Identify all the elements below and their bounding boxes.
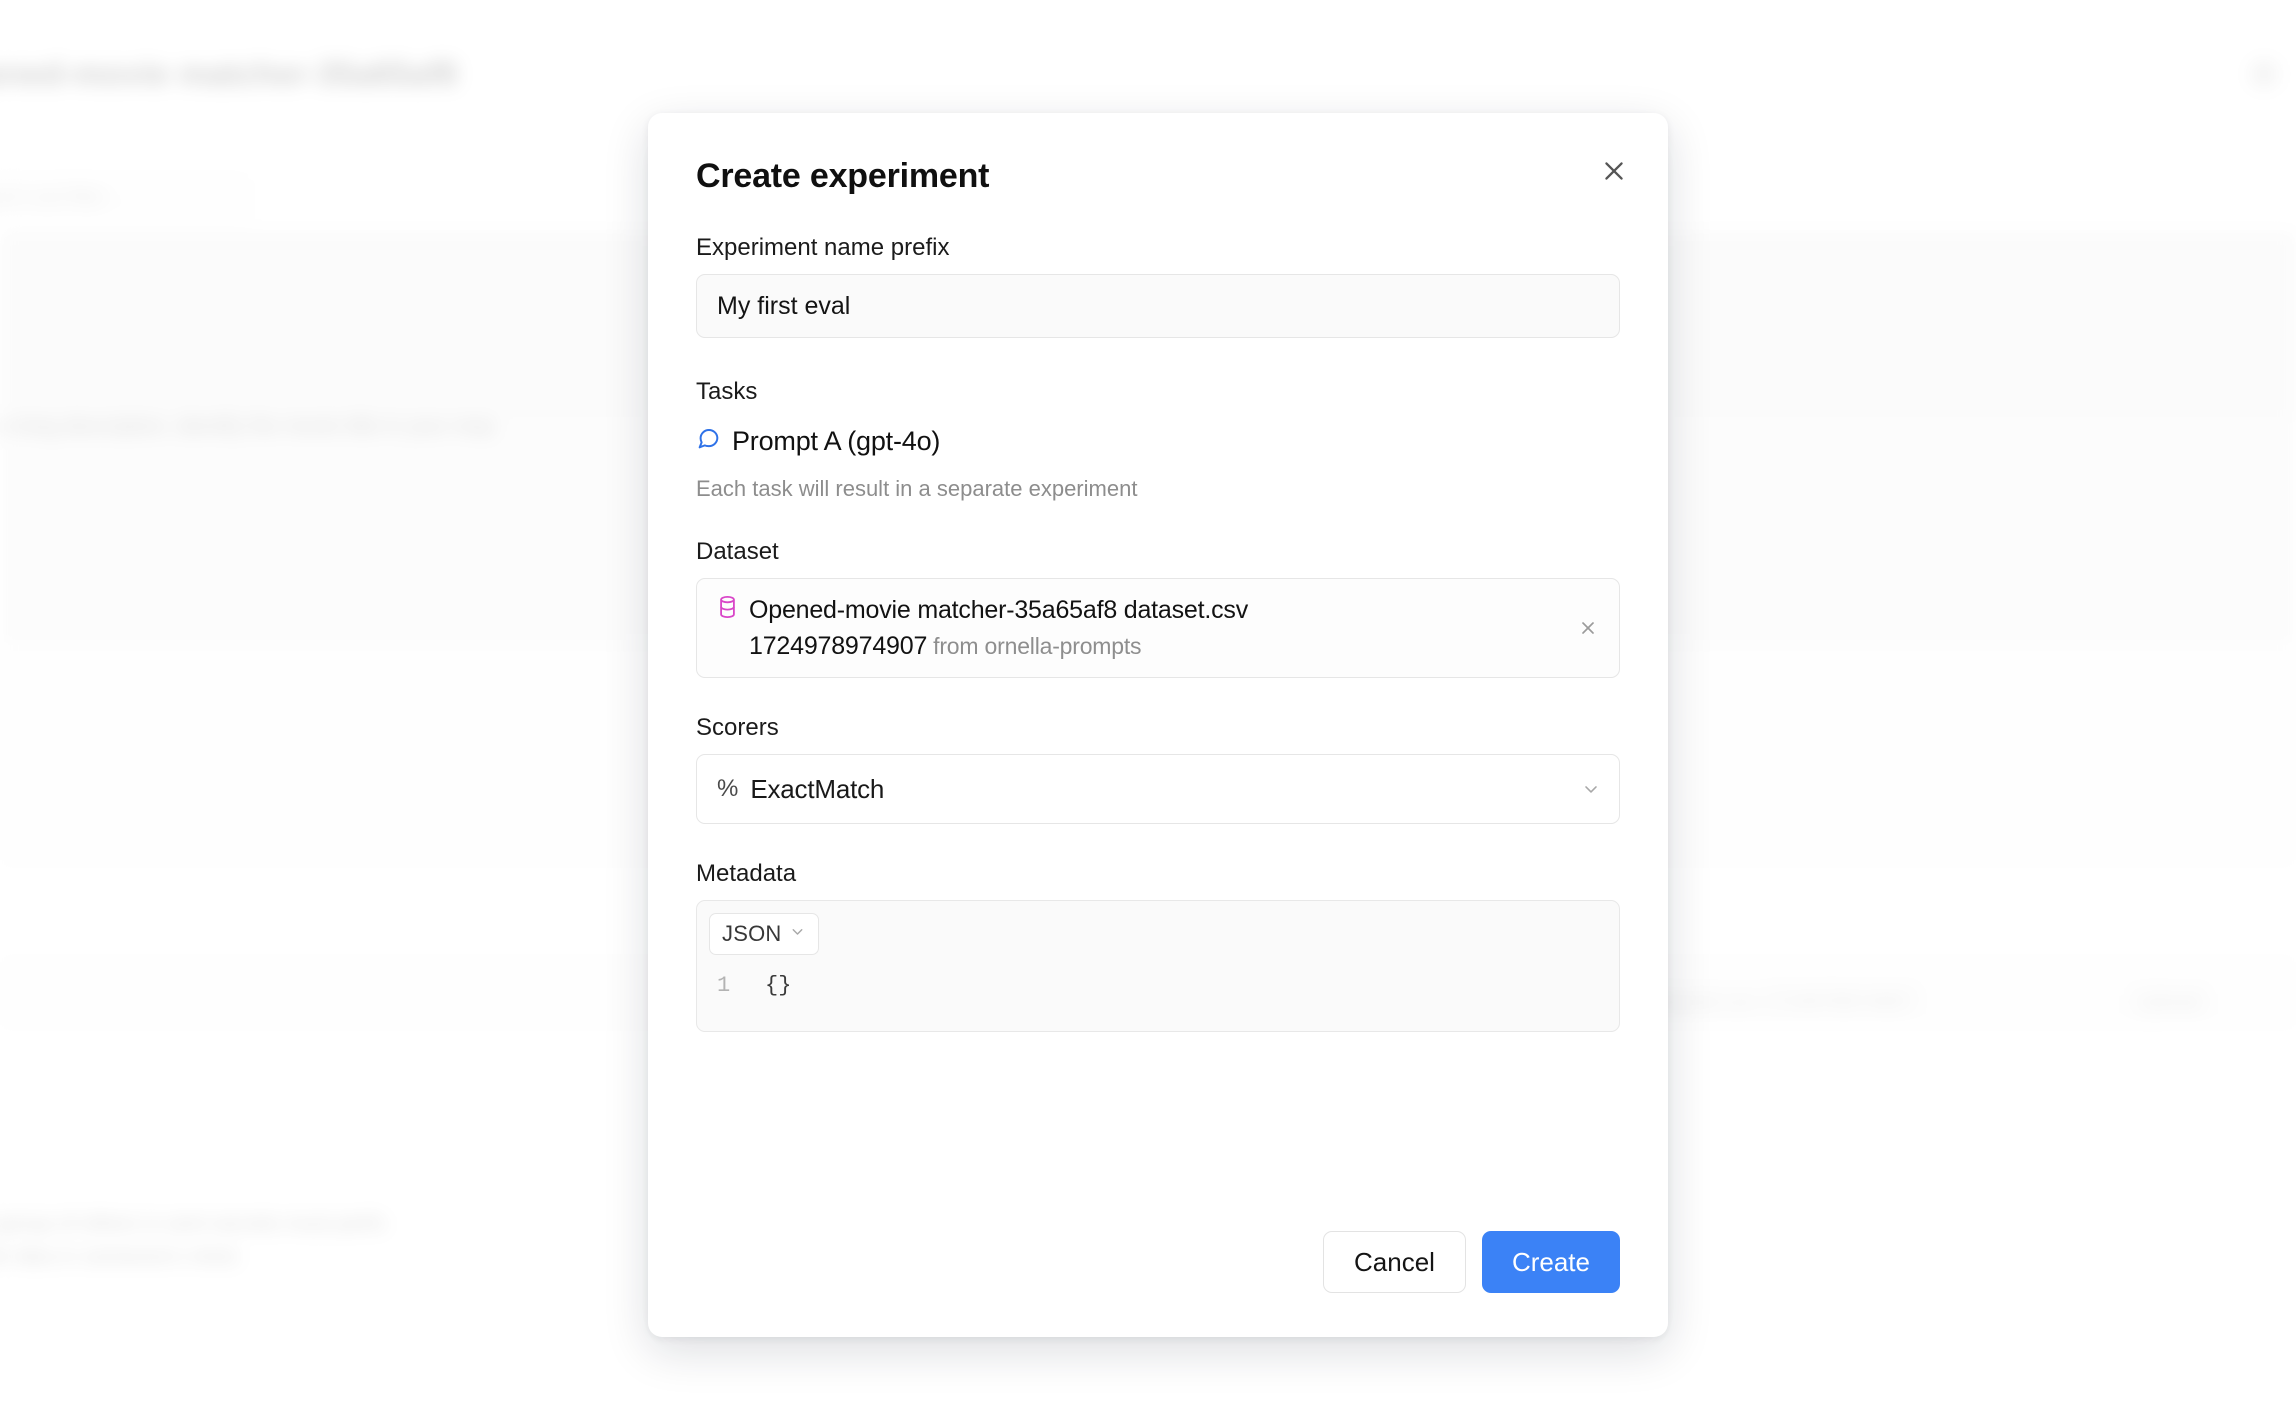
experiment-name-label: Experiment name prefix: [696, 234, 1620, 262]
dataset-source: from ornella-prompts: [933, 633, 1141, 659]
chevron-down-icon: [1581, 779, 1601, 799]
metadata-format-select[interactable]: JSON: [709, 913, 819, 955]
dataset-id: 1724978974907: [749, 632, 927, 660]
dataset-clear-icon[interactable]: [1571, 611, 1605, 645]
database-icon: [717, 595, 738, 626]
dataset-name: Opened-movie matcher-35a65af8 dataset.cs…: [749, 596, 1248, 625]
experiment-name-input[interactable]: [696, 274, 1620, 338]
close-icon[interactable]: [1592, 149, 1636, 193]
tasks-hint: Each task will result in a separate expe…: [696, 476, 1620, 502]
dialog-title: Create experiment: [696, 157, 1620, 196]
scorers-select[interactable]: % ExactMatch: [696, 754, 1620, 824]
chat-bubble-icon: [696, 426, 721, 456]
cancel-button[interactable]: Cancel: [1323, 1231, 1466, 1293]
tasks-label: Tasks: [696, 378, 1620, 406]
create-button[interactable]: Create: [1482, 1231, 1620, 1293]
metadata-label: Metadata: [696, 860, 1620, 888]
create-experiment-dialog: Create experiment Experiment name prefix…: [648, 113, 1668, 1337]
dialog-footer: Cancel Create: [696, 1231, 1620, 1293]
metadata-code-line[interactable]: 1 {}: [709, 973, 1607, 998]
chevron-down-icon: [789, 923, 806, 945]
dataset-selector[interactable]: Opened-movie matcher-35a65af8 dataset.cs…: [696, 578, 1620, 678]
scorers-label: Scorers: [696, 714, 1620, 742]
metadata-code-text: {}: [765, 973, 791, 998]
metadata-editor[interactable]: JSON 1 {}: [696, 900, 1620, 1032]
line-number: 1: [717, 973, 765, 998]
task-item[interactable]: Prompt A (gpt-4o): [696, 424, 1620, 458]
scorer-selected-value: ExactMatch: [750, 774, 884, 805]
metadata-format-label: JSON: [722, 921, 781, 947]
dataset-label: Dataset: [696, 538, 1620, 566]
percent-icon: %: [717, 775, 738, 803]
task-name: Prompt A (gpt-4o): [732, 426, 940, 457]
